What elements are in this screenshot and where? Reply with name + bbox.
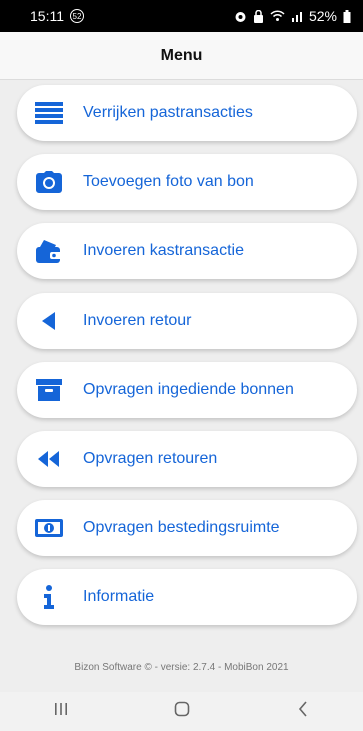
menu-item-opvragen-bestedingsruimte[interactable]: Opvragen bestedingsruimte: [17, 500, 357, 557]
back-button[interactable]: [273, 692, 333, 731]
notification-badge-icon: 52: [70, 9, 84, 23]
money-bill-icon: [34, 513, 64, 543]
home-button[interactable]: [152, 692, 212, 731]
menu-item-label: Verrijken pastransacties: [83, 104, 253, 121]
double-left-icon: [34, 444, 64, 474]
status-time: 15:11: [30, 8, 64, 24]
wifi-icon: [270, 10, 285, 22]
app-screen: 15:11 52 52% Menu Verrijken pastransacti…: [0, 0, 363, 731]
triangle-left-icon: [34, 306, 64, 336]
menu-item-toevoegen-foto[interactable]: Toevoegen foto van bon: [17, 154, 357, 211]
menu-item-verrijken-pastransacties[interactable]: Verrijken pastransacties: [17, 85, 357, 141]
menu-item-label: Opvragen bestedingsruimte: [83, 519, 280, 537]
menu-item-informatie[interactable]: Informatie: [17, 569, 357, 626]
page-title: Menu: [160, 46, 203, 64]
list-icon: [34, 98, 64, 128]
menu-item-label: Invoeren retour: [83, 311, 192, 329]
info-icon: [34, 582, 64, 612]
recent-apps-icon: [54, 702, 68, 721]
menu-item-label: Informatie: [83, 588, 155, 606]
signal-icon: [291, 10, 303, 22]
status-bar: 15:11 52 52%: [0, 0, 363, 32]
lock-icon: [253, 9, 264, 23]
wallet-icon: [34, 236, 64, 266]
menu-list: Verrijken pastransacties Toevoegen foto …: [17, 85, 357, 639]
home-icon: [174, 701, 190, 722]
header: Menu: [0, 32, 363, 80]
menu-item-opvragen-ingediende-bonnen[interactable]: Opvragen ingediende bonnen: [17, 361, 357, 418]
menu-item-label: Opvragen ingediende bonnen: [83, 380, 294, 398]
menu-item-invoeren-kastransactie[interactable]: Invoeren kastransactie: [17, 223, 357, 280]
menu-item-opvragen-retouren[interactable]: Opvragen retouren: [17, 430, 357, 487]
menu-item-label: Toevoegen foto van bon: [83, 173, 254, 191]
battery-icon: [343, 9, 351, 23]
menu-item-label: Invoeren kastransactie: [83, 242, 244, 260]
recent-apps-button[interactable]: [31, 692, 91, 731]
menu-item-invoeren-retour[interactable]: Invoeren retour: [17, 292, 357, 349]
status-left: 15:11 52: [30, 8, 84, 24]
android-nav-bar: [0, 692, 363, 731]
status-right: 52%: [234, 8, 351, 24]
battery-percent: 52%: [308, 8, 337, 24]
menu-item-label: Opvragen retouren: [83, 449, 218, 467]
archive-box-icon: [34, 375, 64, 405]
camera-icon: [34, 167, 64, 197]
back-icon: [298, 701, 308, 722]
footer-version-text: Bizon Software © - versie: 2.7.4 - MobiB…: [74, 661, 289, 673]
alarm-icon: [234, 10, 247, 23]
